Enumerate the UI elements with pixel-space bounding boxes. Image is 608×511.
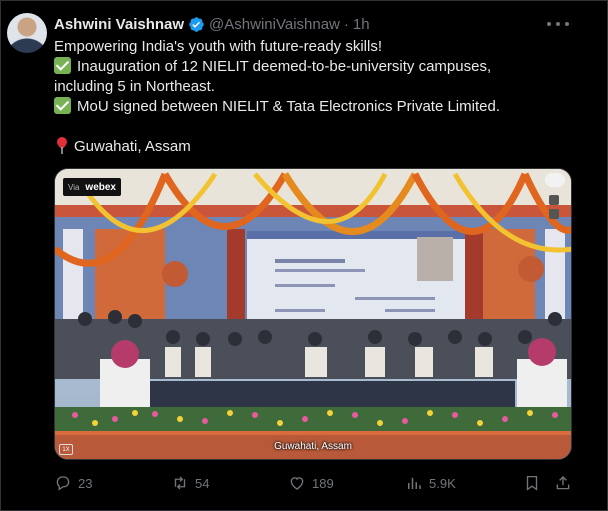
- info-icon: [549, 195, 559, 205]
- repost-count: 54: [195, 475, 210, 491]
- check-mark-icon: [54, 97, 71, 114]
- heart-icon: [290, 477, 304, 490]
- webex-watermark: Via webex: [63, 178, 121, 196]
- reply-button[interactable]: 23: [54, 473, 92, 493]
- reply-count: 23: [78, 475, 93, 491]
- stage-scene: [55, 169, 571, 459]
- check-mark-icon: [54, 57, 71, 74]
- tweet-line: including 5 in Northeast.: [54, 78, 215, 95]
- tweet-location-line: Guwahati, Assam: [54, 137, 574, 157]
- location-pin-icon: [57, 137, 67, 154]
- tweet-line-check: MoU signed between NIELIT & Tata Electro…: [54, 97, 574, 117]
- record-icon: [549, 209, 559, 219]
- tweet-line: Empowering India's youth with future-rea…: [54, 38, 383, 55]
- video-caption: Guwahati, Assam: [274, 441, 352, 452]
- camera-toggle-icon[interactable]: [545, 173, 565, 187]
- share-button[interactable]: [554, 473, 572, 493]
- action-bar: 23 54 189 5.9K: [54, 473, 574, 493]
- verified-badge-icon: [189, 16, 204, 32]
- separator: ·: [343, 15, 349, 33]
- reply-icon: [56, 476, 70, 491]
- avatar[interactable]: [7, 13, 47, 53]
- timestamp[interactable]: 1h: [353, 16, 370, 33]
- tweet-line-check: Inauguration of 12 NIELIT deemed-to-be-u…: [54, 57, 574, 77]
- tweet-line-text: MoU signed between NIELIT & Tata Electro…: [77, 98, 500, 115]
- like-count: 189: [312, 475, 334, 491]
- like-button[interactable]: 189: [288, 473, 334, 493]
- video-badge: 1X: [59, 444, 73, 455]
- tweet-header: Ashwini Vaishnaw @AshwiniVaishnaw · 1h: [54, 14, 370, 34]
- watermark-via: Via: [68, 182, 80, 192]
- author-handle[interactable]: @AshwiniVaishnaw: [209, 16, 340, 33]
- views-count: 5.9K: [429, 475, 456, 491]
- video-side-controls: [549, 195, 561, 223]
- video-media[interactable]: Via webex Guwahati, Assam 1X: [54, 168, 572, 460]
- views-chart-icon: [408, 477, 421, 489]
- repost-button[interactable]: 54: [171, 473, 209, 493]
- watermark-brand: webex: [85, 181, 116, 193]
- tweet-card[interactable]: Ashwini Vaishnaw @AshwiniVaishnaw · 1h E…: [0, 0, 608, 511]
- repost-icon: [174, 476, 186, 490]
- author-name[interactable]: Ashwini Vaishnaw: [54, 16, 184, 33]
- tweet-location[interactable]: Guwahati, Assam: [74, 138, 191, 155]
- tweet-line-text: Inauguration of 12 NIELIT deemed-to-be-u…: [77, 58, 492, 75]
- share-icon: [556, 476, 570, 490]
- views-button[interactable]: 5.9K: [405, 473, 456, 493]
- bookmark-button[interactable]: [523, 473, 541, 493]
- more-options-icon[interactable]: [547, 15, 569, 33]
- tweet-text: Empowering India's youth with future-rea…: [54, 37, 574, 157]
- bookmark-icon: [526, 475, 538, 491]
